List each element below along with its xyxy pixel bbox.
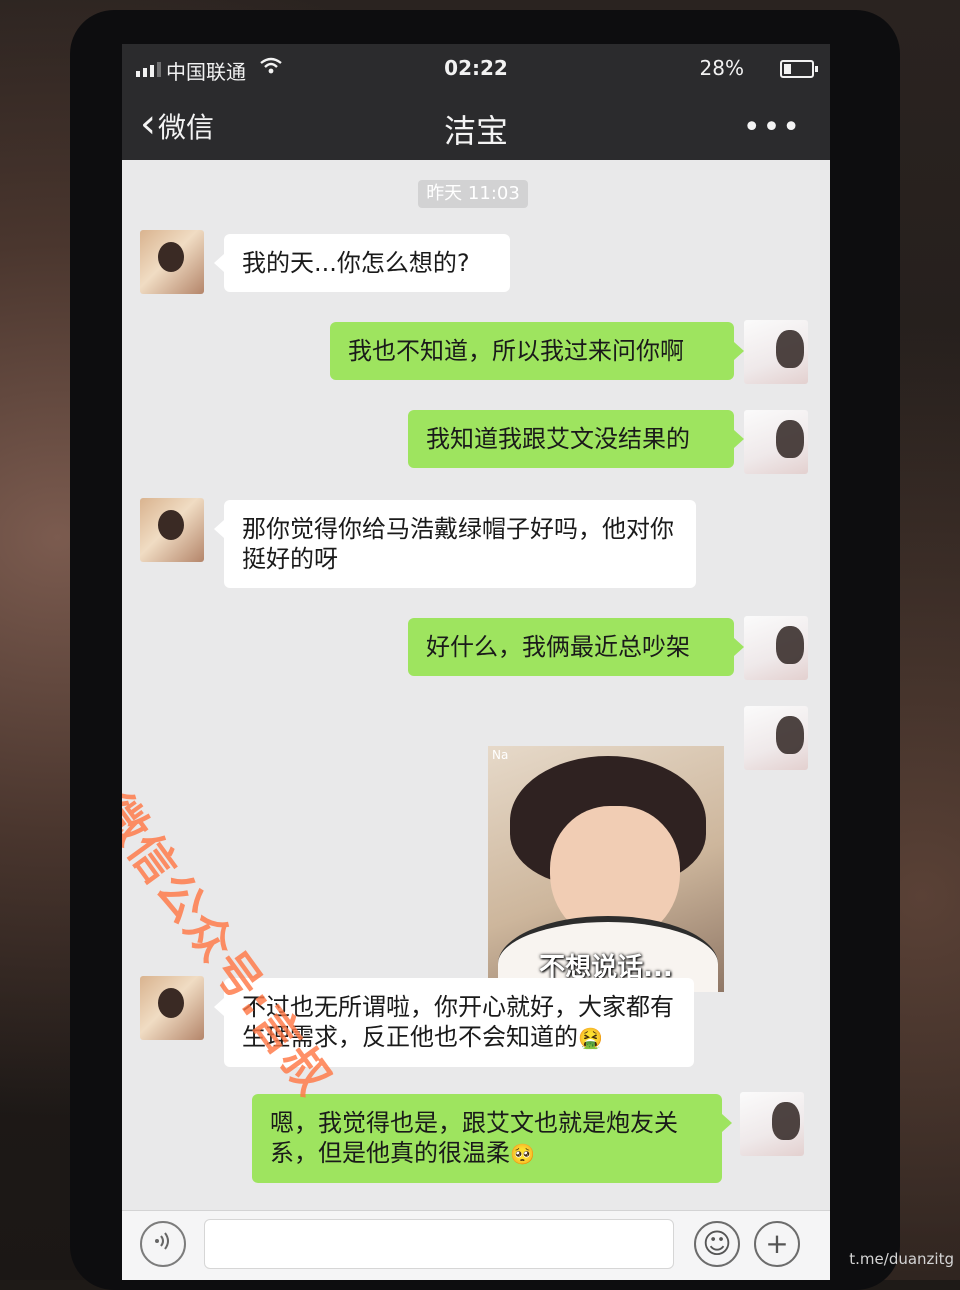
plus-icon[interactable]: + bbox=[754, 1221, 800, 1267]
message-bubble-left[interactable]: 那你觉得你给马浩戴绿帽子好吗，他对你挺好的呀 bbox=[214, 500, 696, 588]
message-bubble-right[interactable]: 好什么，我俩最近总吵架 bbox=[408, 618, 744, 676]
timestamp-pill: 昨天 11:03 bbox=[418, 180, 528, 208]
message-text: 我知道我跟艾文没结果的 bbox=[426, 425, 690, 453]
message-text: 好什么，我俩最近总吵架 bbox=[426, 633, 690, 661]
chat-area[interactable]: 昨天 11:03 我的天...你怎么想的? 我也不知道，所以我过来问你啊 我知道… bbox=[122, 160, 830, 1210]
vomit-emoji-icon: 🤮 bbox=[578, 1026, 603, 1050]
my-avatar[interactable] bbox=[740, 1092, 804, 1156]
message-text: 那你觉得你给马浩戴绿帽子好吗，他对你挺好的呀 bbox=[242, 515, 674, 573]
friend-avatar[interactable] bbox=[140, 498, 204, 562]
voice-icon[interactable] bbox=[140, 1221, 186, 1267]
input-bar: ☺ + bbox=[122, 1210, 830, 1280]
my-avatar[interactable] bbox=[744, 320, 808, 384]
message-bubble-right[interactable]: 我知道我跟艾文没结果的 bbox=[408, 410, 744, 468]
message-text: 我的天...你怎么想的? bbox=[242, 249, 470, 277]
message-bubble-left[interactable]: 我的天...你怎么想的? bbox=[214, 234, 510, 292]
more-options-button[interactable]: ••• bbox=[743, 110, 802, 145]
my-avatar[interactable] bbox=[744, 706, 808, 770]
emoji-icon[interactable]: ☺ bbox=[694, 1221, 740, 1267]
my-avatar[interactable] bbox=[744, 616, 808, 680]
message-bubble-right[interactable]: 我也不知道，所以我过来问你啊 bbox=[330, 322, 744, 380]
friend-avatar[interactable] bbox=[140, 230, 204, 294]
message-text: 我也不知道，所以我过来问你啊 bbox=[348, 337, 684, 365]
battery-icon bbox=[780, 60, 818, 78]
wechat-screen: 中国联通 02:22 28% ‹ 微信 洁宝 ••• 昨天 11:03 我的天.… bbox=[122, 44, 830, 1280]
chat-title: 洁宝 bbox=[443, 112, 508, 150]
friend-avatar[interactable] bbox=[140, 976, 204, 1040]
status-bar: 中国联通 02:22 28% bbox=[122, 44, 830, 94]
nav-bar: ‹ 微信 洁宝 ••• bbox=[122, 94, 830, 160]
my-avatar[interactable] bbox=[744, 410, 808, 474]
sticker-image[interactable]: Na 不想说话... bbox=[488, 746, 724, 992]
credit-text: t.me/duanzitg bbox=[849, 1250, 954, 1268]
pleading-emoji-icon: 🥺 bbox=[510, 1142, 535, 1166]
sticker-tag: Na bbox=[492, 748, 509, 762]
message-input[interactable] bbox=[204, 1219, 674, 1269]
battery-percent: 28% bbox=[699, 56, 744, 80]
